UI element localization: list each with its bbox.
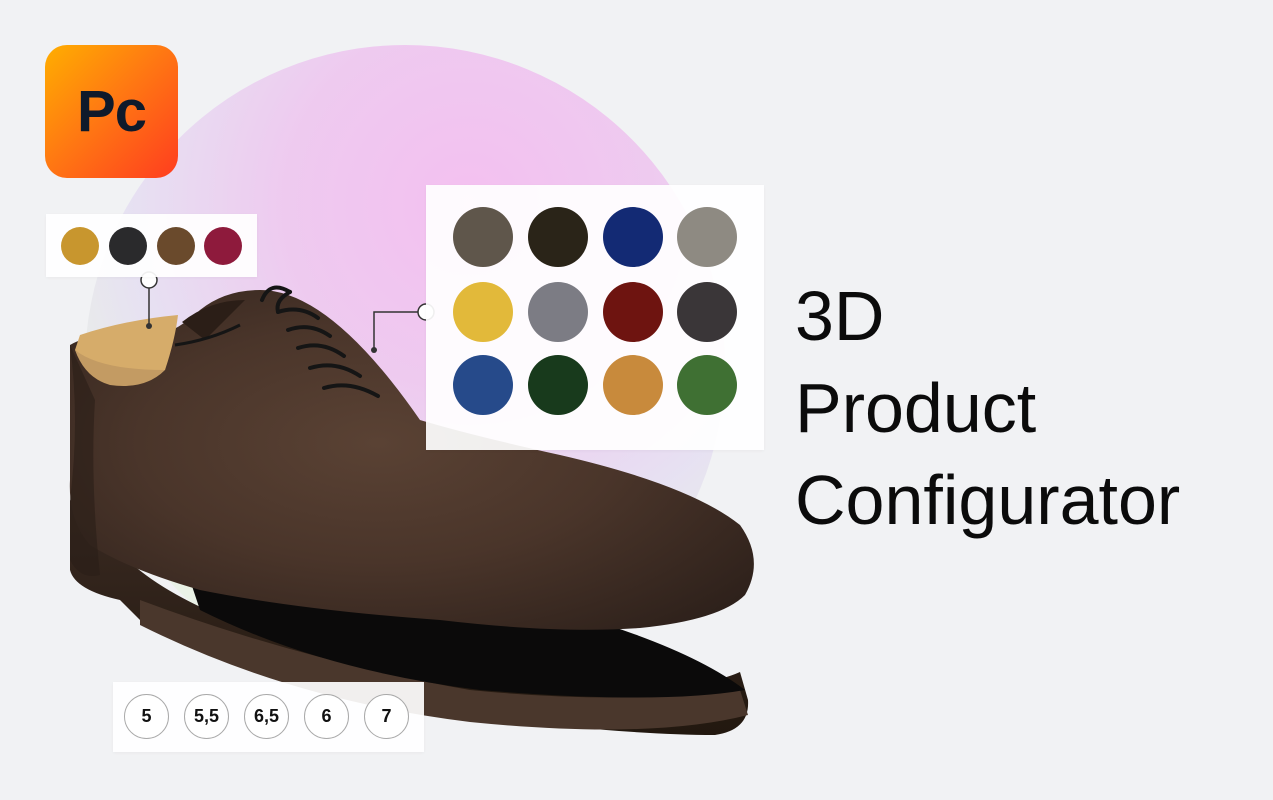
size-option[interactable]: 5: [124, 694, 169, 739]
material-swatch-navy-suede[interactable]: [603, 207, 663, 267]
size-option[interactable]: 6,5: [244, 694, 289, 739]
lining-swatch-brown[interactable]: [157, 227, 195, 265]
material-swatch-green-suede[interactable]: [677, 355, 737, 415]
material-swatch-green-croc[interactable]: [528, 355, 588, 415]
app-logo: Pc: [45, 45, 178, 178]
material-swatch-dark-brown-suede[interactable]: [528, 207, 588, 267]
material-swatch-grey-croc[interactable]: [528, 282, 588, 342]
material-swatch-taupe-suede[interactable]: [453, 207, 513, 267]
title-line: 3D: [795, 277, 885, 355]
size-option[interactable]: 6: [304, 694, 349, 739]
lining-swatch-burgundy[interactable]: [204, 227, 242, 265]
logo-text: Pc: [77, 79, 147, 144]
material-swatch-yellow-suede[interactable]: [453, 282, 513, 342]
material-swatch-tan-croc[interactable]: [603, 355, 663, 415]
size-selector-panel: 5 5,5 6,5 6 7: [113, 682, 424, 752]
page-title: 3D Product Configurator: [795, 270, 1180, 546]
lining-swatch-panel: [46, 214, 257, 277]
material-swatch-red-suede[interactable]: [603, 282, 663, 342]
lining-swatch-black[interactable]: [109, 227, 147, 265]
title-line: Configurator: [795, 461, 1181, 539]
material-swatch-blue-croc[interactable]: [453, 355, 513, 415]
lining-swatch-tan[interactable]: [61, 227, 99, 265]
material-swatch-charcoal-croc[interactable]: [677, 282, 737, 342]
material-swatch-panel: [426, 185, 764, 450]
size-option[interactable]: 7: [364, 694, 409, 739]
size-option[interactable]: 5,5: [184, 694, 229, 739]
title-line: Product: [795, 369, 1037, 447]
material-swatch-grey-suede[interactable]: [677, 207, 737, 267]
